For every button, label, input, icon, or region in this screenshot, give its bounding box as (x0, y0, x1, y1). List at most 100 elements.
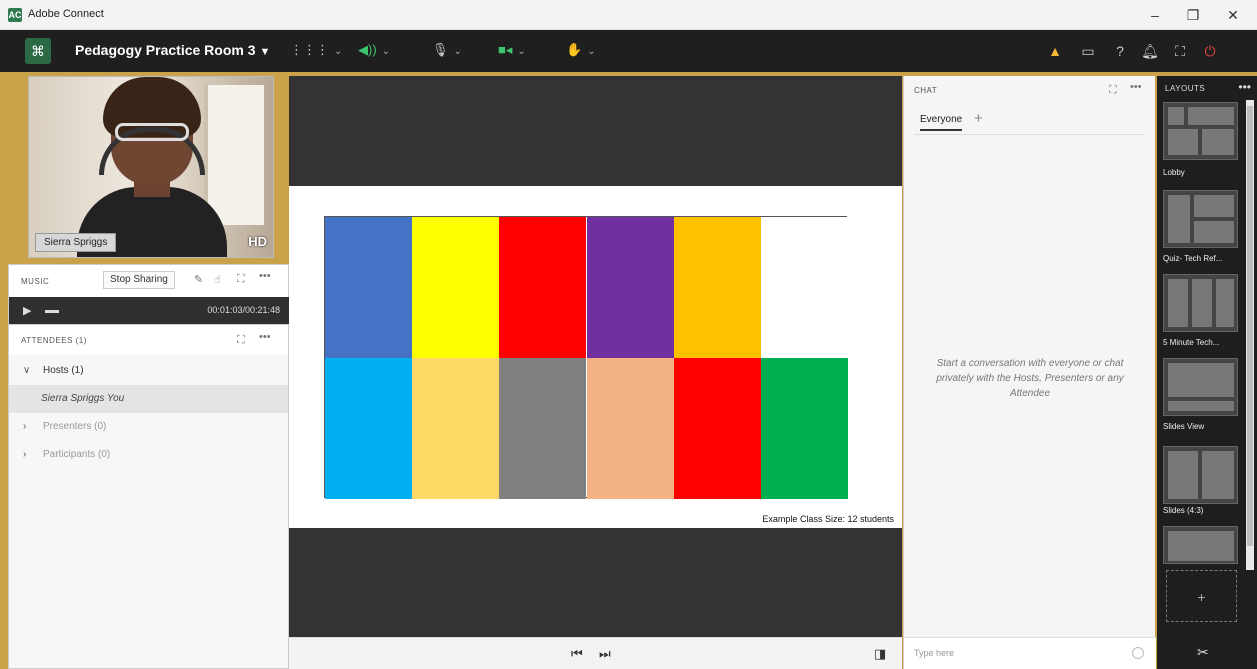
layout-pod-shape (1168, 451, 1198, 499)
maximize-pod-icon[interactable]: ⛶ (237, 273, 245, 286)
presenters-group[interactable]: › Presenters (0) (9, 413, 288, 441)
color-cell (412, 217, 500, 358)
color-cell (499, 217, 587, 358)
pencil-icon[interactable]: ✎ (194, 273, 203, 286)
chat-tab-everyone[interactable]: Everyone (920, 114, 963, 131)
tools-icon[interactable]: ✂ (1197, 644, 1209, 661)
attendee-name: Sierra Spriggs You (41, 393, 125, 404)
layout-pod-shape (1168, 195, 1190, 243)
color-cell (760, 217, 848, 358)
color-cell (760, 358, 848, 499)
room-menu[interactable]: Pedagogy Practice Room 3 ▼ (75, 42, 270, 58)
layout-pod-shape (1216, 279, 1234, 327)
closed-caption-icon[interactable]: ▭ (1078, 41, 1098, 61)
slide-caption: Example Class Size: 12 students (762, 514, 894, 524)
layout-thumbnail-partial[interactable] (1163, 526, 1238, 564)
restore-button[interactable]: ❐ (1178, 4, 1208, 26)
emoji-icon[interactable] (1132, 647, 1144, 659)
music-player-bar: ▶ 00:01:03/00:21:48 (9, 297, 290, 325)
camera-menu[interactable]: ■◂ ⌄ (498, 42, 526, 60)
connect-logo-icon[interactable]: ⌘ (25, 38, 51, 64)
stop-sharing-button[interactable]: Stop Sharing (103, 271, 175, 289)
layout-thumbnail-slides-view[interactable] (1163, 358, 1238, 416)
color-cell (325, 217, 413, 358)
share-pod: Example Class Size: 12 students ⏮ ⏭ ◨ (289, 76, 902, 669)
layout-pod-shape (1168, 129, 1198, 155)
pod-options-icon[interactable]: ••• (1130, 81, 1142, 93)
layouts-scrollbar[interactable] (1246, 100, 1254, 570)
layout-pod-shape (1168, 363, 1234, 397)
layouts-options-icon[interactable]: ••• (1238, 80, 1251, 94)
toggle-sidebar-icon[interactable]: ◨ (874, 646, 886, 662)
participants-group[interactable]: › Participants (0) (9, 441, 288, 469)
chevron-right-icon: › (23, 421, 27, 432)
color-cell (325, 358, 413, 499)
next-slide-button[interactable]: ⏭ (599, 646, 611, 662)
chat-title: CHAT (914, 86, 938, 95)
fullscreen-icon[interactable]: ⛶ (1170, 41, 1190, 61)
add-layout-button[interactable]: + (1166, 570, 1237, 622)
glasses-shape (115, 123, 189, 141)
webcam-window-backdrop (204, 85, 264, 225)
pointer-icon[interactable]: ☝ (214, 273, 221, 286)
hosts-group[interactable]: ∨ Hosts (1) (9, 357, 288, 385)
chevron-down-icon: ⌄ (587, 46, 596, 57)
layout-label: Lobby (1163, 168, 1185, 177)
color-cell (586, 217, 674, 358)
maximize-pod-icon[interactable]: ⛶ (1109, 84, 1117, 97)
attendees-header: ATTENDEES (1) ⛶ ••• (9, 325, 288, 355)
raise-hand-menu[interactable]: ✋ ⌄ (566, 42, 596, 60)
maximize-pod-icon[interactable]: ⛶ (237, 334, 245, 347)
color-grid (324, 216, 848, 499)
connection-status-icon[interactable]: ▲ (1045, 41, 1065, 61)
layouts-panel: LAYOUTS ••• Lobby Quiz- Tech Ref... 5 Mi… (1157, 76, 1257, 669)
close-window-button[interactable]: ✕ (1218, 4, 1248, 26)
chat-input[interactable]: Type here (904, 637, 1156, 669)
pod-options-icon[interactable]: ••• (259, 331, 271, 343)
layout-grid-menu[interactable]: ⋮⋮⋮ ⌄ (290, 42, 342, 60)
color-cell (586, 358, 674, 499)
speaker-icon: ◀)) (358, 42, 377, 57)
chat-empty-message: Start a conversation with everyone or ch… (936, 358, 1124, 399)
microphone-icon: 🎙︎ (432, 42, 449, 57)
chat-pod: CHAT ⛶ ••• Everyone + Start a conversati… (903, 76, 1156, 669)
previous-slide-button[interactable]: ⏮ (571, 646, 583, 662)
layout-thumbnail-slides-43[interactable] (1163, 446, 1238, 504)
hosts-label: Hosts (1) (43, 365, 84, 376)
chat-divider (914, 134, 1144, 135)
speaker-menu[interactable]: ◀)) ⌄ (358, 42, 390, 60)
minimize-button[interactable]: – (1140, 4, 1170, 26)
layouts-scroll-thumb[interactable] (1247, 106, 1253, 546)
layout-pod-shape (1168, 401, 1234, 411)
hd-badge: HD (248, 234, 267, 249)
adobe-connect-app-icon: AC (8, 8, 22, 22)
layout-thumbnail-lobby[interactable] (1163, 102, 1238, 160)
chevron-down-icon: ⌄ (517, 46, 526, 57)
window-title: Adobe Connect (28, 8, 104, 20)
end-meeting-power-icon[interactable]: ⏻ (1200, 41, 1220, 61)
microphone-menu[interactable]: 🎙︎ ⌄ (432, 42, 462, 60)
raise-hand-icon: ✋ (566, 42, 583, 57)
chevron-right-icon: › (23, 449, 27, 460)
pod-options-icon[interactable]: ••• (259, 270, 271, 282)
camera-icon: ■◂ (498, 42, 513, 57)
share-footer: ⏮ ⏭ ◨ (289, 637, 902, 669)
music-pod: MUSIC Stop Sharing ✎ ☝ ⛶ ••• ▶ 00:01:03/… (8, 264, 290, 325)
layout-thumbnail-quiz[interactable] (1163, 190, 1238, 248)
attendees-title: ATTENDEES (1) (21, 336, 87, 345)
chevron-down-icon: ∨ (23, 365, 31, 376)
shared-slide: Example Class Size: 12 students (289, 186, 902, 528)
help-icon[interactable]: ? (1110, 41, 1130, 61)
attendees-pod: ATTENDEES (1) ⛶ ••• ∨ Hosts (1) Sierra S… (8, 324, 289, 669)
layouts-title: LAYOUTS (1165, 84, 1206, 93)
layout-thumbnail-tech[interactable] (1163, 274, 1238, 332)
color-cell (499, 358, 587, 499)
music-progress-bar[interactable] (45, 310, 59, 313)
attendee-row[interactable]: Sierra Spriggs You (9, 385, 288, 413)
participants-label: Participants (0) (43, 449, 111, 460)
chevron-down-icon: ⌄ (381, 46, 391, 57)
notifications-bell-icon[interactable]: 🔔︎ (1140, 41, 1160, 61)
music-pod-title: MUSIC (21, 277, 50, 286)
add-chat-tab-button[interactable]: + (974, 110, 983, 127)
play-icon[interactable]: ▶ (23, 304, 31, 317)
